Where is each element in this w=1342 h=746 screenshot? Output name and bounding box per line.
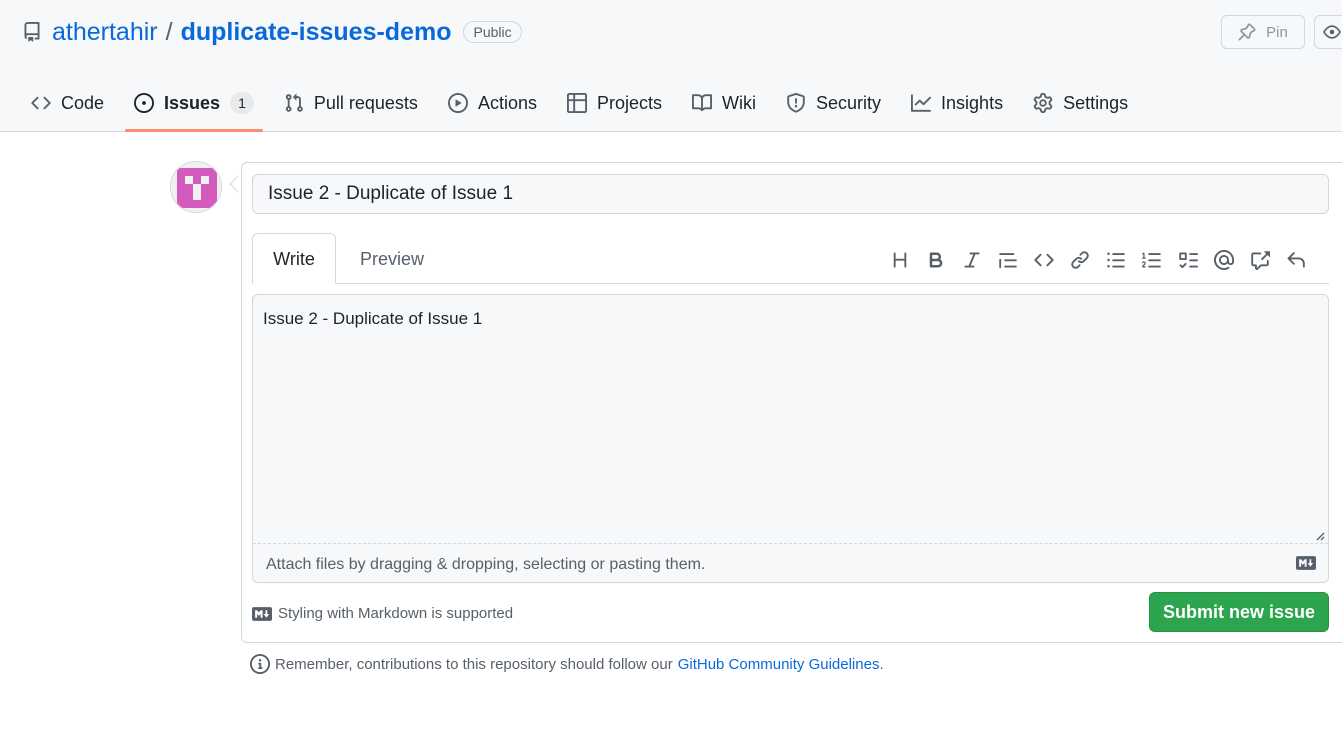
link-icon	[1071, 251, 1089, 269]
italic-button[interactable]	[954, 247, 990, 273]
heading-icon	[893, 252, 907, 268]
code-button[interactable]	[1026, 247, 1062, 273]
table-icon	[566, 93, 587, 113]
bold-button[interactable]	[918, 247, 954, 273]
markdown-toolbar	[882, 247, 1314, 273]
repo-name-link[interactable]: duplicate-issues-demo	[181, 18, 452, 47]
markdown-supported-note: Styling with Markdown is supported	[252, 605, 513, 622]
unordered-list-button[interactable]	[1098, 247, 1134, 273]
repo-separator: /	[165, 17, 173, 46]
eye-icon	[1323, 25, 1341, 39]
tab-issues[interactable]: Issues 1	[125, 84, 263, 132]
task-list-button[interactable]	[1170, 247, 1206, 273]
cross-reference-button[interactable]	[1242, 247, 1278, 273]
tab-settings[interactable]: Settings	[1024, 84, 1137, 122]
markdown-icon	[1296, 556, 1316, 570]
mention-icon	[1214, 250, 1234, 270]
tab-code[interactable]: Code	[22, 84, 113, 122]
graph-icon	[911, 94, 932, 112]
markdown-supported-link[interactable]: Styling with Markdown is supported	[278, 605, 513, 622]
cross-reference-icon	[1251, 251, 1270, 270]
contribution-guidelines-note: Remember, contributions to this reposito…	[250, 654, 884, 674]
tasklist-icon	[1179, 252, 1198, 269]
issue-title-input[interactable]: Issue 2 - Duplicate of Issue 1	[252, 174, 1329, 214]
tab-security-label: Security	[816, 92, 882, 113]
visibility-badge: Public	[463, 21, 522, 43]
pin-button[interactable]: Pin	[1221, 15, 1305, 49]
tab-issues-label: Issues	[164, 92, 221, 113]
tab-actions[interactable]: Actions	[439, 84, 546, 122]
new-issue-form: Issue 2 - Duplicate of Issue 1 Write Pre…	[241, 162, 1342, 643]
submit-new-issue-button[interactable]: Submit new issue	[1149, 592, 1329, 632]
remember-text: Remember, contributions to this reposito…	[275, 655, 673, 673]
remember-suffix: .	[879, 655, 884, 673]
play-icon	[447, 93, 468, 113]
preview-tab[interactable]: Preview	[348, 233, 436, 284]
watch-button[interactable]	[1314, 15, 1342, 49]
resize-handle-icon[interactable]	[1315, 531, 1325, 541]
tab-code-label: Code	[61, 92, 105, 113]
tab-actions-label: Actions	[477, 92, 537, 113]
tab-pull-requests-label: Pull requests	[313, 92, 418, 113]
tab-security[interactable]: Security	[777, 84, 890, 122]
tab-projects-label: Projects	[596, 92, 662, 113]
tab-wiki[interactable]: Wiki	[683, 84, 765, 122]
community-guidelines-link[interactable]: GitHub Community Guidelines	[678, 656, 880, 673]
write-tab[interactable]: Write	[252, 233, 336, 284]
reply-icon	[1287, 252, 1305, 268]
list-unordered-icon	[1107, 252, 1125, 268]
avatar[interactable]	[170, 161, 222, 213]
reply-button[interactable]	[1278, 247, 1314, 273]
tab-insights[interactable]: Insights	[902, 84, 1012, 122]
markdown-icon	[252, 606, 272, 621]
quote-button[interactable]	[990, 247, 1026, 273]
info-icon	[250, 654, 270, 674]
file-attachment-dropzone[interactable]: Attach files by dragging & dropping, sel…	[253, 543, 1328, 582]
tab-pull-requests[interactable]: Pull requests	[275, 84, 427, 122]
link-button[interactable]	[1062, 247, 1098, 273]
pin-icon	[1238, 23, 1256, 41]
ordered-list-button[interactable]	[1134, 247, 1170, 273]
mention-button[interactable]	[1206, 247, 1242, 273]
tab-wiki-label: Wiki	[722, 92, 756, 113]
issues-counter: 1	[230, 92, 254, 114]
gear-icon	[1033, 93, 1053, 113]
repo-nav-tabs: Code Issues 1 Pull requests Actions Proj…	[22, 84, 1149, 132]
shield-icon	[787, 93, 805, 113]
italic-icon	[964, 252, 980, 268]
code-icon	[31, 96, 51, 110]
pin-label: Pin	[1266, 23, 1288, 41]
git-pull-request-icon	[285, 93, 303, 112]
list-ordered-icon	[1142, 252, 1161, 268]
tab-projects[interactable]: Projects	[558, 84, 671, 122]
attach-files-hint: Attach files by dragging & dropping, sel…	[266, 556, 706, 573]
repo-title: athertahir / duplicate-issues-demo Publi…	[22, 16, 522, 48]
repo-owner-link[interactable]: athertahir	[52, 18, 158, 47]
heading-button[interactable]	[882, 247, 918, 273]
issue-body-textarea[interactable]: Issue 2 - Duplicate of Issue 1 Attach fi…	[252, 294, 1329, 583]
repo-icon	[24, 22, 40, 42]
quote-icon	[999, 253, 1017, 269]
issue-opened-icon	[134, 93, 155, 113]
tab-insights-label: Insights	[941, 92, 1004, 113]
repo-header: athertahir / duplicate-issues-demo Publi…	[0, 0, 1342, 132]
bold-icon	[929, 252, 943, 268]
tab-settings-label: Settings	[1063, 92, 1129, 113]
book-icon	[692, 94, 712, 112]
identicon-image	[171, 162, 221, 212]
code-icon	[1034, 253, 1054, 267]
issue-body-text: Issue 2 - Duplicate of Issue 1	[263, 309, 483, 328]
